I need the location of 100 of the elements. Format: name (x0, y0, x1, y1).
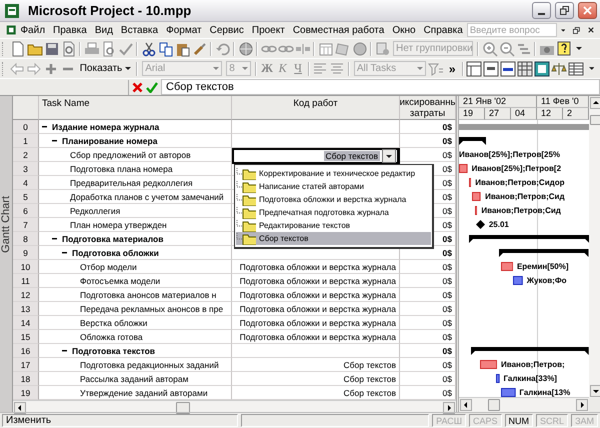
entry-field[interactable]: Сбор текстов (161, 79, 600, 95)
help-search-field[interactable]: Введите вопрос (466, 23, 557, 37)
horizontal-scrollbar[interactable] (459, 397, 589, 412)
restore-icon[interactable] (573, 26, 580, 34)
more-button[interactable]: » (444, 62, 460, 76)
close-icon[interactable] (588, 26, 594, 34)
table-cell: 0$ (400, 134, 456, 148)
calendar-icon[interactable] (318, 40, 334, 56)
filter-icon[interactable] (428, 60, 444, 76)
task-name: Доработка планов с учетом замечаний (70, 192, 224, 202)
row-number[interactable]: 3 (13, 162, 39, 176)
more-icon[interactable] (588, 67, 594, 70)
globe-icon[interactable] (238, 40, 254, 56)
menu-item[interactable]: Вид (90, 24, 117, 36)
close-button[interactable] (578, 2, 597, 19)
column-header[interactable]: Task Name (39, 96, 232, 120)
row-number[interactable]: 13 (13, 302, 39, 316)
grid-view-icon[interactable] (517, 60, 534, 76)
new-file-icon[interactable] (10, 40, 26, 56)
row-number[interactable]: 12 (13, 288, 39, 302)
row-number[interactable]: 18 (13, 372, 39, 386)
spelling-icon[interactable] (118, 40, 134, 56)
vertical-scrollbar[interactable] (589, 96, 600, 398)
help-icon[interactable] (556, 40, 572, 56)
row-number[interactable]: 5 (13, 190, 39, 204)
minimize-button[interactable] (532, 2, 551, 19)
row-number[interactable]: 6 (13, 204, 39, 218)
scroll-thumb[interactable] (176, 402, 190, 414)
summary-bar (459, 137, 486, 145)
row-number[interactable]: 17 (13, 358, 39, 372)
list-option[interactable]: Сбор текстов (236, 232, 431, 245)
scales-icon[interactable] (551, 60, 568, 76)
menu-item[interactable]: Правка (49, 24, 91, 36)
undo-icon[interactable] (214, 40, 230, 56)
scroll-up-arrow[interactable] (590, 97, 600, 109)
align-center-icon[interactable] (329, 60, 346, 76)
menu-item[interactable]: Сервис (206, 24, 248, 36)
scroll-down-arrow[interactable] (590, 385, 600, 397)
print-preview-icon[interactable] (100, 40, 116, 56)
menu-item[interactable]: Формат (162, 24, 206, 36)
bar-chart-view-icon[interactable] (500, 60, 516, 76)
save-icon[interactable] (44, 40, 60, 56)
dropdown-arrow-icon[interactable] (125, 67, 132, 70)
confirm-icon[interactable] (146, 82, 158, 92)
row-number[interactable]: 4 (13, 176, 39, 190)
task-name: Утверждение заданий авторами (80, 388, 208, 398)
menu-item[interactable]: Файл (16, 24, 50, 36)
more-icon[interactable] (576, 47, 582, 50)
brush-icon[interactable] (192, 40, 208, 56)
row-number[interactable]: 2 (13, 148, 39, 162)
task-icon[interactable] (374, 40, 390, 56)
dropdown-button[interactable] (382, 149, 396, 163)
scroll-thumb[interactable] (590, 115, 600, 125)
task-name: Рассылка заданий авторам (80, 374, 188, 384)
column-header[interactable]: иксированнь затраты (400, 96, 456, 120)
table-view-icon[interactable] (466, 60, 482, 76)
column-header[interactable]: Код работ (232, 96, 400, 120)
align-left-icon[interactable] (312, 60, 328, 76)
sheet-view-icon[interactable] (568, 60, 584, 76)
folder-icon (236, 206, 256, 218)
print-icon[interactable] (84, 40, 100, 56)
row-number[interactable]: 9 (13, 246, 39, 260)
copy-icon[interactable] (158, 40, 174, 56)
cut-icon[interactable] (140, 40, 156, 56)
search-document-icon[interactable] (60, 40, 76, 56)
note-icon[interactable] (334, 40, 350, 56)
table-cell: Подготовка обложки и верстка журнала (232, 274, 400, 288)
task-name: Подготовка анонсов материалов н (80, 290, 216, 300)
task-name: План номера утвержден (70, 220, 167, 230)
row-number[interactable]: 14 (13, 316, 39, 330)
row-number[interactable]: 11 (13, 274, 39, 288)
dropdown-arrow-icon[interactable] (386, 154, 392, 158)
row-number[interactable]: 7 (13, 218, 39, 232)
restore-button[interactable] (555, 2, 574, 19)
code-combo-field[interactable]: Сбор текстов (232, 148, 400, 164)
restore-icon[interactable] (560, 6, 569, 15)
scroll-thumb[interactable] (488, 399, 500, 411)
row-number[interactable]: 8 (13, 232, 39, 246)
back-arrow-icon[interactable] (9, 60, 26, 76)
row-number[interactable]: 19 (13, 386, 39, 400)
menu-item[interactable]: Вставка (116, 24, 162, 36)
table-cell: Сбор текстов (232, 372, 400, 386)
row-number[interactable]: 1 (13, 134, 39, 148)
collapse-icon[interactable] (42, 124, 47, 129)
cancel-icon[interactable] (132, 82, 143, 92)
panel-view-icon[interactable] (534, 60, 550, 76)
dropdown-icon[interactable] (560, 28, 566, 32)
menu-item[interactable]: Окно (388, 24, 420, 36)
row-number[interactable]: 0 (13, 120, 39, 134)
show-button[interactable]: Показать (76, 63, 134, 74)
menu-item[interactable]: Совместная работа (288, 24, 388, 36)
menu-item[interactable]: Справка (420, 24, 467, 36)
table-cell: Подготовка обложки и верстка журнала (232, 288, 400, 302)
menu-item[interactable]: Проект (248, 24, 289, 36)
row-number[interactable]: 15 (13, 330, 39, 344)
row-number[interactable]: 16 (13, 344, 39, 358)
bar-view-icon[interactable] (483, 60, 500, 76)
info-icon[interactable] (352, 40, 368, 56)
row-number[interactable]: 10 (13, 260, 39, 274)
forward-arrow-icon[interactable] (26, 60, 42, 76)
